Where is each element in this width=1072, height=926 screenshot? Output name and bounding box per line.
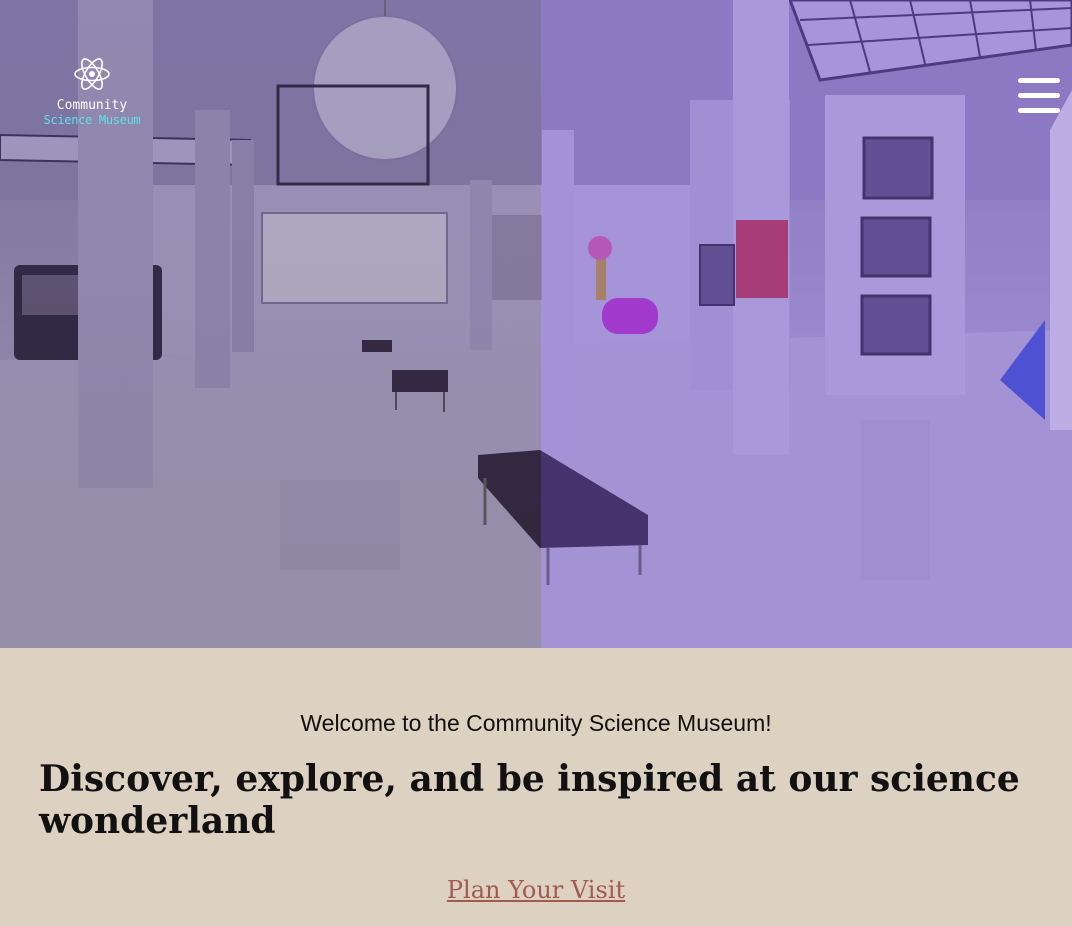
cta-wrapper: Plan Your Visit	[0, 876, 1072, 904]
menu-bar	[1018, 108, 1060, 113]
logo-text-science-museum: Science Museum	[43, 113, 141, 127]
site-logo[interactable]: Community Science Museum	[33, 52, 151, 127]
logo-text-community: Community	[56, 98, 128, 113]
atom-icon	[74, 58, 110, 90]
menu-bar	[1018, 93, 1060, 98]
page-headline: Discover, explore, and be inspired at ou…	[39, 758, 1020, 842]
hero-banner: Community Science Museum	[0, 0, 1072, 648]
menu-bar	[1018, 78, 1060, 83]
intro-section: Welcome to the Community Science Museum!…	[0, 648, 1072, 926]
hero-overlay-purple	[541, 0, 1072, 648]
plan-your-visit-link[interactable]: Plan Your Visit	[447, 876, 625, 904]
welcome-text: Welcome to the Community Science Museum!	[300, 710, 772, 736]
hamburger-menu-icon[interactable]	[1015, 76, 1061, 116]
